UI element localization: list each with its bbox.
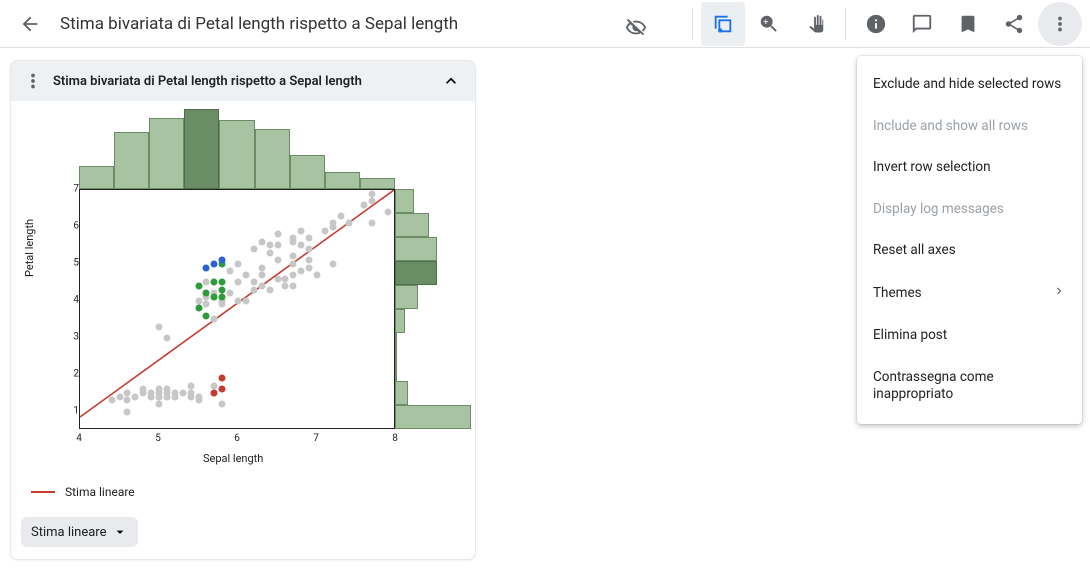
zoom-in-icon bbox=[758, 13, 780, 35]
info-button[interactable] bbox=[854, 2, 898, 46]
bookmark-icon bbox=[957, 13, 979, 35]
selection-tool-button[interactable] bbox=[701, 2, 745, 46]
y-ticks: 1234567 bbox=[61, 189, 79, 429]
menu-exclude-rows[interactable]: Exclude and hide selected rows bbox=[857, 64, 1082, 106]
separator bbox=[692, 8, 693, 40]
chevron-up-icon bbox=[441, 71, 461, 91]
menu-invert-selection[interactable]: Invert row selection bbox=[857, 147, 1082, 189]
bivariate-chart[interactable]: 1234567 45678 Petal length Sepal length bbox=[23, 107, 463, 477]
back-button[interactable] bbox=[8, 2, 52, 46]
info-icon bbox=[865, 13, 887, 35]
collapse-button[interactable] bbox=[437, 67, 465, 95]
hand-icon bbox=[804, 13, 826, 35]
menu-include-rows: Include and show all rows bbox=[857, 106, 1082, 148]
comment-icon bbox=[911, 13, 933, 35]
x-axis-label: Sepal length bbox=[203, 452, 263, 465]
chevron-right-icon bbox=[1052, 284, 1066, 304]
marginal-x-histogram bbox=[79, 107, 395, 189]
eye-off-icon bbox=[625, 17, 647, 39]
hide-button[interactable] bbox=[614, 6, 658, 50]
card-header: Stima bivariata di Petal length rispetto… bbox=[11, 61, 475, 101]
zoom-tool-button[interactable] bbox=[747, 2, 791, 46]
menu-delete-post[interactable]: Elimina post bbox=[857, 315, 1082, 357]
selection-icon bbox=[712, 13, 734, 35]
more-button[interactable] bbox=[1038, 2, 1082, 46]
legend-fit-label: Stima lineare bbox=[65, 485, 135, 499]
more-vert-icon bbox=[1049, 13, 1071, 35]
arrow-left-icon bbox=[19, 13, 41, 35]
chevron-down-icon bbox=[112, 524, 128, 540]
separator bbox=[845, 8, 846, 40]
pan-tool-button[interactable] bbox=[793, 2, 837, 46]
marginal-y-histogram bbox=[395, 189, 473, 429]
more-vert-icon bbox=[22, 70, 44, 92]
share-icon bbox=[1003, 13, 1025, 35]
fit-type-dropdown[interactable]: Stima lineare bbox=[21, 517, 138, 547]
top-toolbar: Stima bivariata di Petal length rispetto… bbox=[0, 0, 1090, 48]
more-menu: Exclude and hide selected rows Include a… bbox=[857, 56, 1082, 424]
chart-card: Stima bivariata di Petal length rispetto… bbox=[10, 60, 476, 560]
menu-themes-label: Themes bbox=[873, 285, 922, 303]
scatter-plot[interactable] bbox=[79, 189, 395, 429]
card-menu-button[interactable] bbox=[21, 69, 45, 93]
share-button[interactable] bbox=[992, 2, 1036, 46]
menu-display-log: Display log messages bbox=[857, 189, 1082, 231]
bookmark-button[interactable] bbox=[946, 2, 990, 46]
fit-type-label: Stima lineare bbox=[31, 525, 106, 540]
menu-reset-axes[interactable]: Reset all axes bbox=[857, 230, 1082, 272]
card-title: Stima bivariata di Petal length rispetto… bbox=[53, 74, 429, 89]
comment-button[interactable] bbox=[900, 2, 944, 46]
page-title: Stima bivariata di Petal length rispetto… bbox=[60, 14, 458, 34]
menu-flag-inappropriate[interactable]: Contrassegna come inappropriato bbox=[857, 357, 1082, 416]
legend: Stima lineare bbox=[23, 485, 463, 499]
y-axis-label: Petal length bbox=[23, 219, 36, 277]
legend-line-swatch bbox=[31, 491, 55, 493]
menu-themes[interactable]: Themes bbox=[857, 272, 1082, 316]
